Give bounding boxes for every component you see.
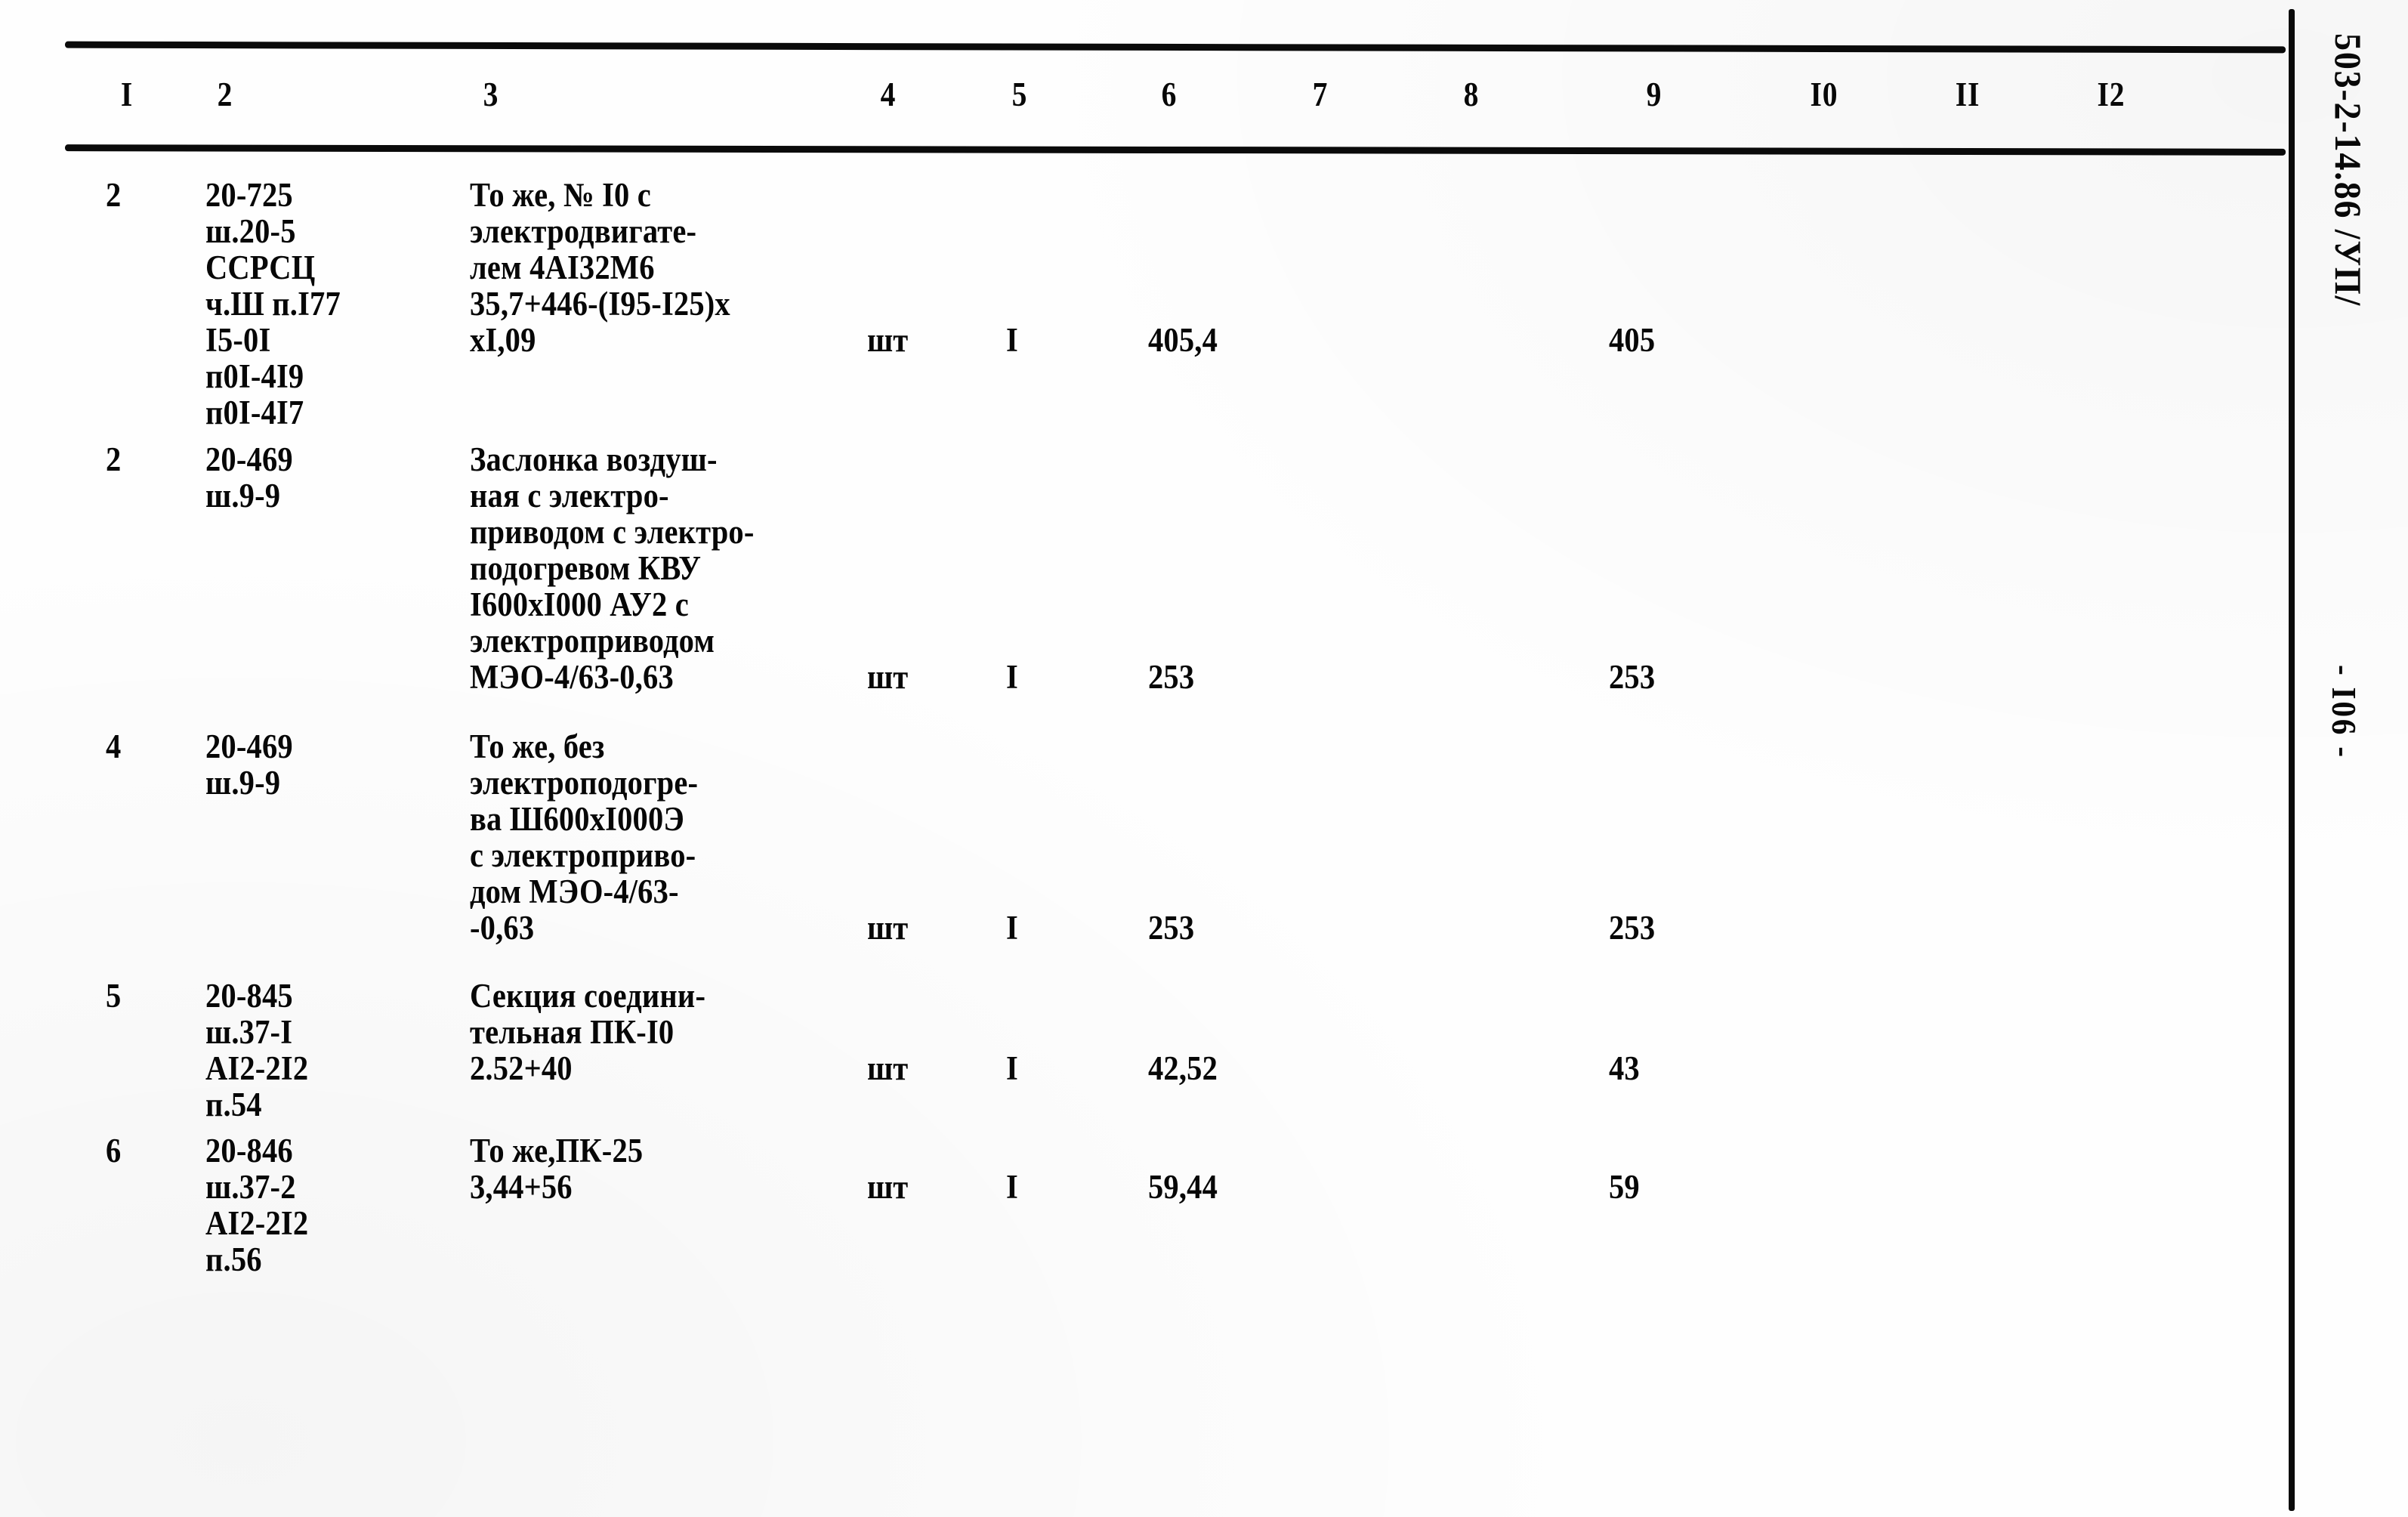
table-cell-col2-row5: 20-846 ш.37-2 АI2-2I2 п.56 [205, 1132, 309, 1278]
table-right-border-rule [2289, 9, 2295, 1511]
table-column-header-row: I 2 3 4 5 6 7 8 9 I0 II I2 [0, 74, 2289, 134]
table-cell-col6-row2: 253 [1148, 658, 1195, 696]
column-header-8: 8 [1463, 75, 1480, 113]
table-cell-col5-row4: I [1006, 1049, 1018, 1087]
column-header-9: 9 [1646, 75, 1662, 113]
table-cell-col4-row4: шт [867, 1049, 909, 1087]
table-cell-col5-row3: I [1006, 909, 1018, 947]
page-number-label: - I06 - [2325, 665, 2363, 759]
column-header-5: 5 [1011, 75, 1028, 113]
scanned-document-page: I 2 3 4 5 6 7 8 9 I0 II I2 2 20-725 ш.20-5 ССРСЦ ч.Ш… [0, 0, 2408, 1517]
table-cell-col2-row3: 20-469 ш.9-9 [205, 728, 293, 802]
table-row: 2 20-469 ш.9-9 Заслонка воздуш- ная с элек… [0, 441, 2289, 728]
column-header-i0: I0 [1810, 75, 1838, 113]
table-cell-col3-row1: То же, № I0 с электродвигате- лем 4АI32М… [470, 176, 730, 359]
table-cell-col2-row1: 20-725 ш.20-5 ССРСЦ ч.Ш п.I77 I5-0I п0I-… [205, 176, 341, 431]
table-header-rule [64, 144, 2286, 156]
table-cell-col4-row1: шт [867, 321, 909, 359]
table-cell-col1-row5: 6 [106, 1132, 122, 1169]
table-cell-col1-row3: 4 [106, 728, 122, 765]
table-cell-col6-row5: 59,44 [1148, 1168, 1218, 1206]
table-cell-col4-row3: шт [867, 909, 909, 947]
table-cell-col4-row2: шт [867, 658, 909, 696]
column-header-6: 6 [1161, 75, 1178, 113]
table-cell-col5-row1: I [1006, 321, 1018, 359]
table-row: 4 20-469 ш.9-9 То же, без электроподогре- … [0, 728, 2289, 978]
table-cell-col5-row2: I [1006, 658, 1018, 696]
table-cell-col4-row5: шт [867, 1168, 909, 1206]
document-code-label: 503-2-14.86 /УП/ [2327, 33, 2369, 307]
column-header-i: I [120, 75, 134, 113]
table-cell-col3-row2: Заслонка воздуш- ная с электро- приводом… [470, 440, 755, 696]
column-header-3: 3 [483, 75, 499, 113]
table-cell-col9-row1: 405 [1609, 321, 1656, 359]
table-cell-col5-row5: I [1006, 1168, 1018, 1206]
table-cell-col6-row1: 405,4 [1148, 321, 1218, 359]
column-header-ii: II [1955, 75, 1980, 113]
table-cell-col9-row4: 43 [1609, 1049, 1640, 1087]
column-header-7: 7 [1312, 75, 1329, 113]
column-header-2: 2 [217, 75, 233, 113]
column-header-4: 4 [880, 75, 897, 113]
table-row: 2 20-725 ш.20-5 ССРСЦ ч.Ш п.I77 I5-0I п0I… [0, 177, 2289, 434]
table-top-rule [64, 41, 2286, 54]
table-cell-col9-row2: 253 [1609, 658, 1656, 696]
table-cell-col2-row4: 20-845 ш.37-I АI2-2I2 п.54 [205, 977, 309, 1123]
table-cell-col9-row5: 59 [1609, 1168, 1640, 1206]
table-row: 6 20-846 ш.37-2 АI2-2I2 п.56 То же,ПК-25 3… [0, 1132, 2289, 1306]
table-cell-col9-row3: 253 [1609, 909, 1656, 947]
table-cell-col3-row4: Секция соедини- тельная ПК-I0 2.52+40 [470, 977, 706, 1087]
table-cell-col1-row4: 5 [106, 977, 122, 1015]
table-cell-col2-row2: 20-469 ш.9-9 [205, 440, 293, 514]
column-header-i2: I2 [2097, 75, 2126, 113]
table-cell-col1-row1: 2 [106, 176, 122, 214]
table-cell-col3-row3: То же, без электроподогре- ва Ш600хI000Э… [470, 728, 699, 947]
table-cell-col3-row5: То же,ПК-25 3,44+56 [470, 1132, 644, 1206]
table-cell-col6-row3: 253 [1148, 909, 1195, 947]
table-row: 5 20-845 ш.37-I АI2-2I2 п.54 Секция соедин… [0, 978, 2289, 1132]
table-cell-col6-row4: 42,52 [1148, 1049, 1218, 1087]
table-cell-col1-row2: 2 [106, 440, 122, 478]
